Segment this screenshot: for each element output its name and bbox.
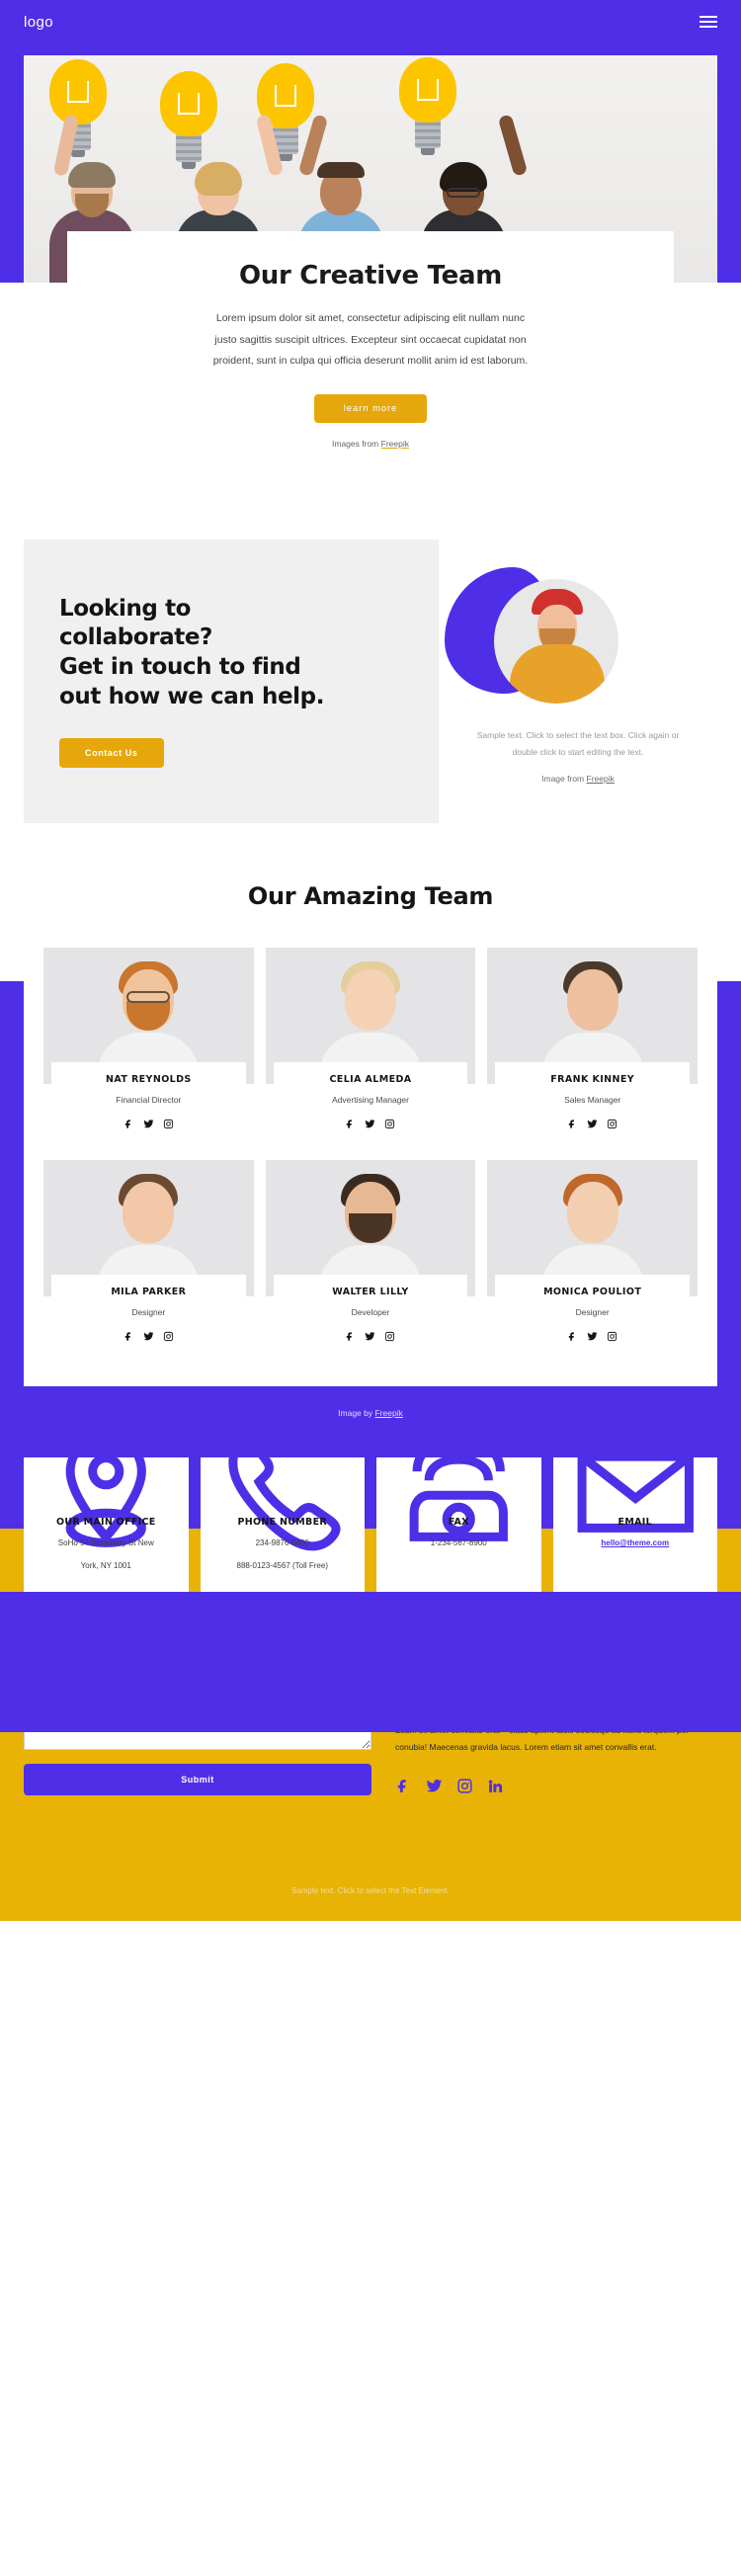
- logo[interactable]: logo: [24, 14, 53, 31]
- member-info: MONICA POULIOT Designer: [495, 1275, 690, 1358]
- member-name: MILA PARKER: [111, 1287, 187, 1298]
- twitter-icon[interactable]: [587, 1329, 598, 1347]
- credit-prefix: Image from: [541, 774, 587, 785]
- landing-page: logo Our Creative Team Lorem ipsum dolor: [0, 0, 741, 1922]
- member-role: Financial Director: [116, 1095, 182, 1106]
- facebook-icon[interactable]: [124, 1329, 134, 1347]
- instagram-icon[interactable]: [384, 1329, 395, 1347]
- hamburger-menu-icon[interactable]: [700, 16, 717, 28]
- learn-more-button[interactable]: learn more: [313, 393, 428, 423]
- collaborate-media-panel: Sample text. Click to select the text bo…: [439, 540, 717, 824]
- collaborate-text-panel: Looking to collaborate? Get in touch to …: [24, 539, 439, 824]
- phone-icon: [208, 1434, 358, 1551]
- envelope-icon: [561, 1452, 710, 1533]
- member-name: WALTER LILLY: [332, 1287, 409, 1298]
- member-role: Sales Manager: [564, 1095, 621, 1106]
- submit-button[interactable]: Submit: [24, 1764, 371, 1796]
- footer-note: Sample text. Click to select the Text El…: [0, 1799, 741, 1922]
- instagram-icon[interactable]: [607, 1329, 618, 1347]
- fax-icon: [384, 1434, 534, 1541]
- member-name: NAT REYNOLDS: [106, 1074, 192, 1086]
- twitter-icon[interactable]: [365, 1117, 376, 1134]
- page-title: Our Creative Team: [239, 261, 502, 291]
- member-info: NAT REYNOLDS Financial Director: [51, 1062, 246, 1145]
- site-header: logo: [0, 0, 741, 43]
- team-cards-panel: NAT REYNOLDS Financial Director CELIA ALME…: [24, 940, 717, 1387]
- twitter-icon[interactable]: [143, 1329, 154, 1347]
- member-name: CELIA ALMEDA: [329, 1074, 412, 1086]
- facebook-icon[interactable]: [345, 1329, 356, 1347]
- member-name: MONICA POULIOT: [543, 1287, 642, 1298]
- contact-cards-row: OUR MAIN OFFICE SoHo 94 Broadway St New Yo…: [0, 1418, 741, 1593]
- twitter-icon[interactable]: [587, 1117, 598, 1134]
- member-info: WALTER LILLY Developer: [273, 1275, 468, 1358]
- team-member-card[interactable]: MILA PARKER Designer: [43, 1160, 254, 1358]
- instagram-icon[interactable]: [607, 1117, 618, 1134]
- member-info: MILA PARKER Designer: [51, 1275, 246, 1358]
- member-name: FRANK KINNEY: [550, 1074, 635, 1086]
- freepik-link[interactable]: Freepik: [381, 439, 409, 449]
- instagram-icon[interactable]: [163, 1117, 174, 1134]
- team-member-card[interactable]: CELIA ALMEDA Advertising Manager: [265, 948, 476, 1145]
- team-member-card[interactable]: FRANK KINNEY Sales Manager: [487, 948, 698, 1145]
- collaborate-sample-text: Sample text. Click to select the text bo…: [476, 729, 680, 758]
- instagram-icon[interactable]: [456, 1778, 473, 1799]
- twitter-icon[interactable]: [426, 1778, 443, 1799]
- member-info: CELIA ALMEDA Advertising Manager: [273, 1062, 468, 1145]
- facebook-icon[interactable]: [567, 1329, 578, 1347]
- freepik-link[interactable]: Freepik: [587, 774, 615, 784]
- team-member-card[interactable]: WALTER LILLY Developer: [265, 1160, 476, 1358]
- team-image-credit: Image by Freepik: [0, 1386, 741, 1418]
- contact-info-card: FAX 1-234-567-8900: [376, 1434, 541, 1593]
- member-socials: [55, 1117, 242, 1134]
- member-socials: [278, 1329, 464, 1347]
- location-pin-icon: [32, 1431, 181, 1547]
- spacer: [0, 481, 741, 540]
- member-info: FRANK KINNEY Sales Manager: [495, 1062, 690, 1145]
- collaborate-section: Looking to collaborate? Get in touch to …: [24, 539, 717, 824]
- hero-top-band: [0, 43, 741, 55]
- member-role: Advertising Manager: [332, 1095, 409, 1106]
- twitter-icon[interactable]: [143, 1117, 154, 1134]
- contact-info-card: EMAIL hello@theme.com: [552, 1452, 717, 1593]
- credit-prefix: Images from: [332, 438, 381, 449]
- lightbulb-icon: [399, 57, 456, 155]
- facebook-icon[interactable]: [345, 1117, 356, 1134]
- instagram-icon[interactable]: [384, 1117, 395, 1134]
- facebook-icon[interactable]: [395, 1778, 412, 1799]
- footer-social-links: [395, 1778, 717, 1799]
- member-socials: [278, 1117, 464, 1134]
- contact-info-card: OUR MAIN OFFICE SoHo 94 Broadway St New Yo…: [24, 1431, 189, 1593]
- collaborate-title: Looking to collaborate? Get in touch to …: [59, 595, 325, 710]
- hero-paragraph: Lorem ipsum dolor sit amet, consectetur …: [212, 312, 529, 368]
- linkedin-icon[interactable]: [487, 1778, 504, 1799]
- instagram-icon[interactable]: [163, 1329, 174, 1347]
- member-role: Developer: [351, 1307, 390, 1318]
- amazing-team-section: Our Amazing Team NAT REYNOLDS Financial D…: [0, 823, 741, 1733]
- facebook-icon[interactable]: [124, 1117, 134, 1134]
- avatar-blob-graphic: [439, 561, 717, 709]
- team-section-title: Our Amazing Team: [247, 882, 494, 911]
- member-socials: [499, 1329, 686, 1347]
- member-socials: [55, 1329, 242, 1347]
- member-role: Designer: [131, 1307, 166, 1318]
- member-role: Designer: [575, 1307, 610, 1318]
- collaborate-image-credit: Image from Freepik: [439, 774, 717, 784]
- member-socials: [499, 1117, 686, 1134]
- team-member-card[interactable]: MONICA POULIOT Designer: [487, 1160, 698, 1358]
- team-grid: NAT REYNOLDS Financial Director CELIA ALME…: [34, 948, 707, 1358]
- credit-prefix: Image by: [338, 1408, 375, 1419]
- twitter-icon[interactable]: [365, 1329, 376, 1347]
- hero-text-card: Our Creative Team Lorem ipsum dolor sit …: [67, 231, 674, 482]
- avatar: [494, 578, 618, 704]
- hero-image-credit: Images from Freepik: [93, 439, 648, 449]
- contact-cards-section: OUR MAIN OFFICE SoHo 94 Broadway St New Yo…: [0, 1418, 741, 1593]
- freepik-link[interactable]: Freepik: [374, 1408, 402, 1418]
- lightbulb-icon: [49, 59, 107, 157]
- facebook-icon[interactable]: [567, 1117, 578, 1134]
- contact-info-card: PHONE NUMBER 234-9876-5400 888-0123-4567 (…: [200, 1434, 365, 1593]
- team-member-card[interactable]: NAT REYNOLDS Financial Director: [43, 948, 254, 1145]
- contact-us-button[interactable]: Contact Us: [59, 738, 164, 769]
